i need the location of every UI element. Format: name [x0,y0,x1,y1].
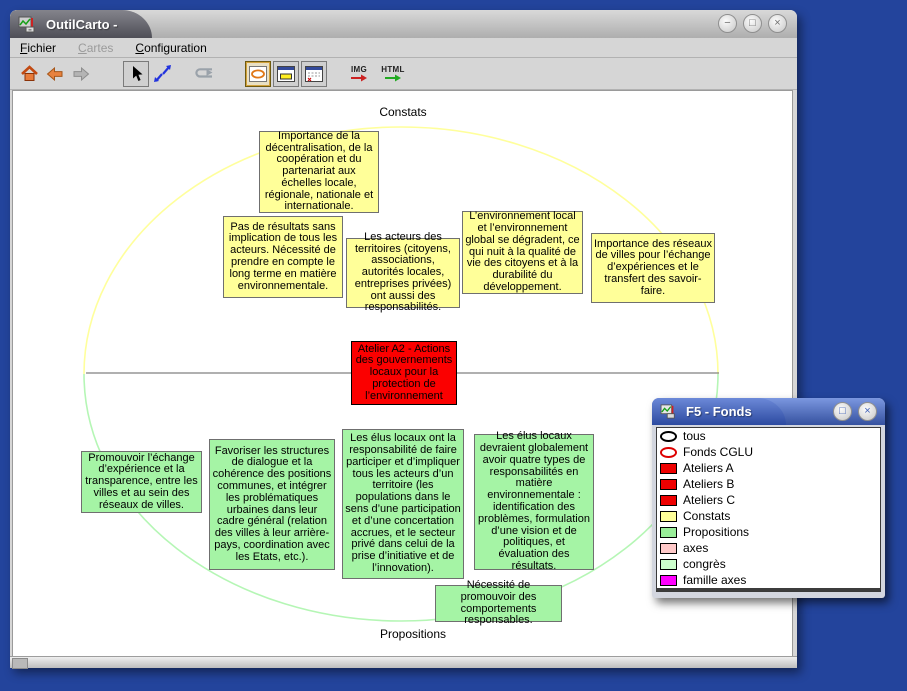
box-view-button[interactable] [273,61,299,87]
color-swatch-icon [660,479,677,490]
menubar: Fichier Cartes Configuration [10,38,797,58]
color-swatch-icon [660,575,677,586]
concept-node-atelier[interactable]: Atelier A2 - Actions des gouvernements l… [351,341,457,405]
list-item-famille-axes[interactable]: famille axes [657,572,880,588]
app-icon [660,404,678,419]
color-swatch-icon [660,527,677,538]
oval-view-button[interactable] [245,61,271,87]
color-swatch-icon [660,463,677,474]
propositions-label: Propositions [358,627,468,641]
concept-node[interactable]: Favoriser les structures de dialogue et … [209,439,335,570]
concept-node[interactable]: Nécessité de promouvoir des comportement… [435,585,562,622]
list-item-fonds-cglu[interactable]: Fonds CGLU [657,444,880,460]
minimize-button[interactable]: − [718,14,737,33]
palette-title-tab: F5 - Fonds [652,398,786,425]
palette-maximize-button[interactable]: □ [833,402,852,421]
list-item-ateliers-c[interactable]: Ateliers C [657,492,880,508]
color-swatch-icon [660,543,677,554]
select-tool-button[interactable] [123,61,149,87]
undo-loop-button[interactable] [191,62,215,86]
fonds-list: tous Fonds CGLU Ateliers A Ateliers B At… [656,427,881,592]
concept-node[interactable]: Promouvoir l’échange d’expérience et la … [81,451,202,513]
home-button[interactable] [17,62,41,86]
list-item-ateliers-a[interactable]: Ateliers A [657,460,880,476]
main-titlebar[interactable]: OutilCarto - − □ × [10,10,797,38]
link-tool-icon [153,65,173,83]
link-tool-button[interactable] [151,62,175,86]
maximize-button[interactable]: □ [743,14,762,33]
export-img-icon [350,74,368,82]
desktop: { "main_window": { "title": "OutilCarto … [0,0,907,691]
main-title-tab: OutilCarto - [10,10,152,38]
fonds-palette-window: F5 - Fonds □ × tous Fonds CGLU Ateliers … [652,398,885,598]
color-swatch-icon [660,559,677,570]
home-icon [20,65,39,82]
toolbar: IMG HTML [10,58,797,90]
list-item-axes[interactable]: axes [657,540,880,556]
color-swatch-icon [660,495,677,506]
concept-node[interactable]: Importance des réseaux de villes pour l’… [591,233,715,303]
back-arrow-icon [46,67,64,81]
back-button[interactable] [43,62,67,86]
palette-titlebar[interactable]: F5 - Fonds □ × [652,398,885,425]
ellipse-swatch-icon [660,431,677,442]
forward-arrow-icon [72,67,90,81]
window-bottom-border [10,656,797,668]
concept-node[interactable]: Les élus locaux devraient globalement av… [474,434,594,570]
concept-node[interactable]: Pas de résultats sans implication de tou… [223,216,343,298]
list-item-constats[interactable]: Constats [657,508,880,524]
menu-configuration[interactable]: Configuration [135,41,206,55]
app-icon [18,16,38,33]
concept-node[interactable]: L’environnement local et l’environnement… [462,211,583,294]
concept-node[interactable]: Les acteurs des territoires (citoyens, a… [346,238,460,308]
select-cursor-icon [130,65,143,82]
export-html-icon [384,74,402,82]
list-item-tous[interactable]: tous [657,428,880,444]
window-corner-grip[interactable] [12,658,28,669]
menu-cartes[interactable]: Cartes [78,41,113,55]
export-html-button[interactable]: HTML [378,61,408,87]
list-item-par-famille[interactable]: par famille [657,588,880,592]
undo-loop-icon [191,67,215,80]
constats-label: Constats [353,105,453,119]
oval-view-icon [249,66,267,82]
close-button[interactable]: × [768,14,787,33]
box-view-icon [277,66,295,82]
menu-fichier[interactable]: Fichier [20,41,56,55]
list-item-congres[interactable]: congrès [657,556,880,572]
concept-node[interactable]: Les élus locaux ont la responsabilité de… [342,429,464,579]
list-item-ateliers-b[interactable]: Ateliers B [657,476,880,492]
ellipse-swatch-icon [660,447,677,458]
concept-node[interactable]: Importance de la décentralisation, de la… [259,131,379,213]
form-view-icon [305,66,323,82]
export-img-button[interactable]: IMG [344,61,374,87]
color-swatch-icon [660,511,677,522]
form-view-button[interactable] [301,61,327,87]
main-window-title: OutilCarto - [46,17,118,32]
list-item-propositions[interactable]: Propositions [657,524,880,540]
forward-button[interactable] [69,62,93,86]
palette-close-button[interactable]: × [858,402,877,421]
palette-window-title: F5 - Fonds [686,404,752,419]
